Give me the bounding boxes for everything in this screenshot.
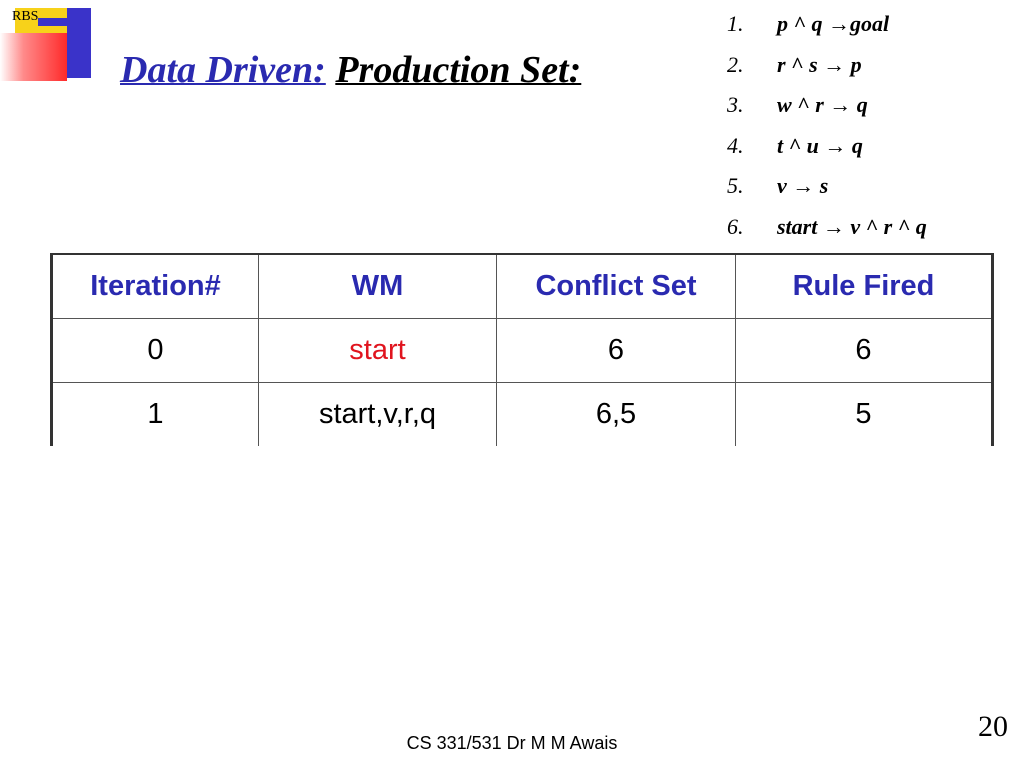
title-production-set: Production Set: (335, 49, 582, 91)
table-header-row: Iteration# WM Conflict Set Rule Fired (51, 253, 993, 319)
table-row: 0 start 6 6 (51, 318, 993, 383)
rule-item: 6. start → v ^ r ^ q (727, 211, 927, 252)
rule-item: 5. v → s (727, 170, 927, 211)
cell-conflict-set: 6 (496, 318, 736, 383)
logo-text: RBS (12, 9, 39, 24)
rbs-logo: RBS (0, 0, 110, 90)
rule-text: p ^ q →goal (777, 11, 890, 36)
cell-rule-fired: 6 (735, 318, 993, 383)
cell-iteration: 1 (51, 382, 259, 446)
cell-iteration: 0 (51, 318, 259, 383)
table-row: 1 start,v,r,q 6,5 5 (51, 382, 993, 446)
rule-item: 4. t ^ u → q (727, 130, 927, 171)
slide-title: Data Driven: Production Set: (120, 48, 581, 92)
cell-wm: start,v,r,q (258, 382, 497, 446)
cell-conflict-set: 6,5 (496, 382, 736, 446)
header-iteration: Iteration# (51, 253, 259, 319)
rule-text: r ^ s → p (777, 51, 862, 77)
header-wm: WM (258, 253, 497, 319)
logo-blue-stripe (38, 18, 90, 26)
cell-wm: start (258, 318, 497, 383)
rule-text: w ^ r → q (777, 92, 868, 118)
header-rule-fired: Rule Fired (735, 253, 993, 319)
rule-item: 2. r ^ s → p (727, 49, 927, 90)
rule-text: start → v ^ r ^ q (777, 213, 927, 239)
page-number: 20 (978, 710, 1008, 743)
cell-rule-fired: 5 (735, 382, 993, 446)
rule-text: v → s (777, 173, 829, 199)
rule-item: 1. p ^ q →goal (727, 8, 927, 49)
production-rules-list: 1. p ^ q →goal 2. r ^ s → p 3. w ^ r → q 4.… (727, 8, 927, 252)
rule-item: 3. w ^ r → q (727, 89, 927, 130)
logo-red-block (0, 33, 67, 81)
iteration-table: Iteration# WM Conflict Set Rule Fired 0 … (50, 253, 994, 446)
title-data-driven: Data Driven: (120, 49, 326, 91)
slide-footer: CS 331/531 Dr M M Awais (406, 733, 618, 753)
header-conflict-set: Conflict Set (496, 253, 736, 319)
rule-text: t ^ u → q (777, 132, 863, 158)
